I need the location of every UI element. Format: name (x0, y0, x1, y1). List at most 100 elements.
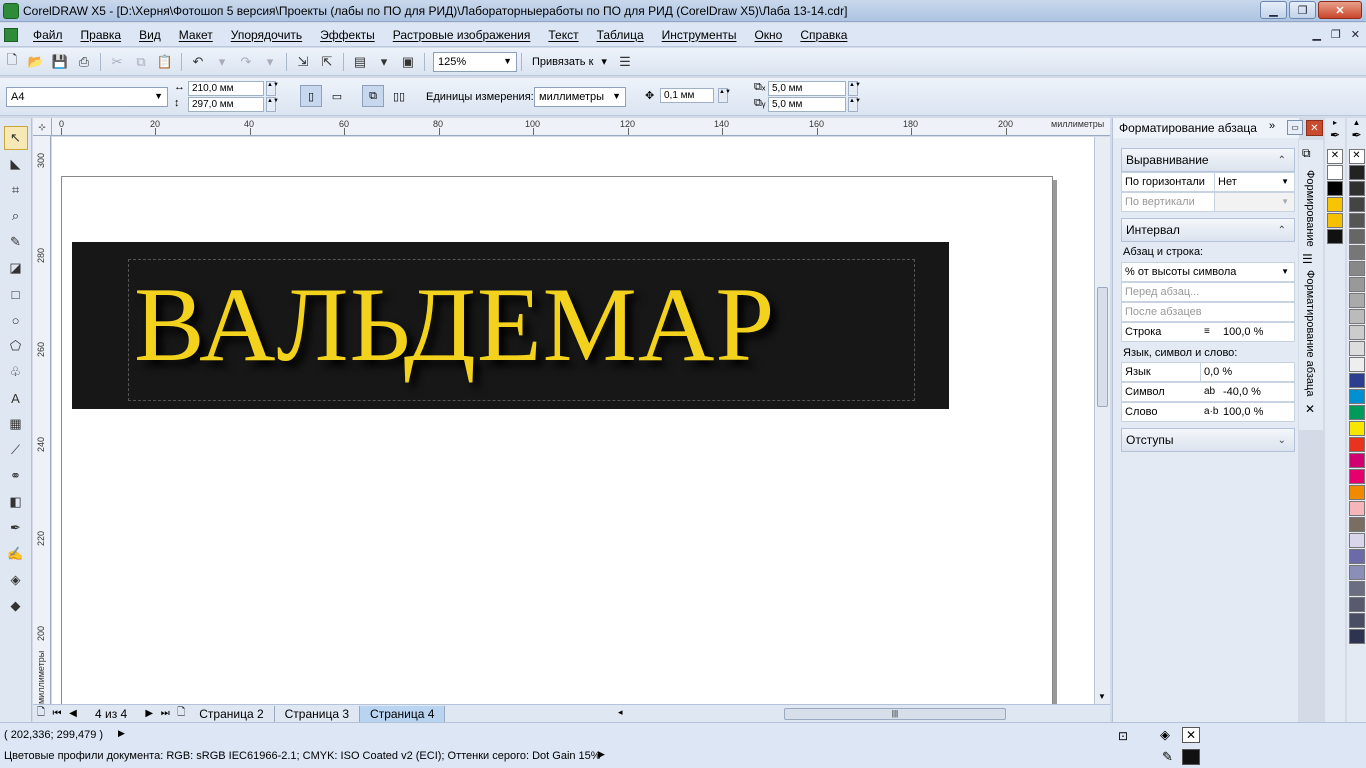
menu-layout[interactable]: Макет (170, 28, 222, 42)
close-tab-icon[interactable]: ✕ (1305, 402, 1315, 416)
color-swatch[interactable] (1327, 213, 1343, 228)
tab-paragraph-formatting[interactable]: Форматирование абзаца (1304, 270, 1316, 396)
color-swatch[interactable] (1348, 597, 1365, 612)
menu-edit[interactable]: Правка (72, 28, 131, 42)
minimize-button[interactable]: ▁ (1260, 1, 1287, 19)
polygon-tool-icon[interactable]: ⬠ (4, 334, 28, 358)
color-swatch[interactable] (1348, 229, 1365, 244)
last-page-icon[interactable]: ⏭ (157, 708, 173, 719)
outline-pen-indicator-icon[interactable]: ✎ (1162, 749, 1173, 765)
crop-tool-icon[interactable]: ⌗ (4, 178, 28, 202)
color-swatch[interactable] (1348, 245, 1365, 260)
portrait-icon[interactable]: ▯ (300, 85, 322, 107)
color-swatch[interactable] (1348, 437, 1365, 452)
welcome-screen-icon[interactable]: ▣ (396, 51, 420, 73)
color-swatch[interactable] (1348, 277, 1365, 292)
drawing-canvas[interactable]: ВАЛЬДЕМАР (52, 137, 1094, 704)
scroll-down-icon[interactable]: ▼ (1098, 692, 1106, 701)
vertical-scroll-thumb[interactable] (1097, 287, 1108, 407)
maximize-button[interactable]: ❐ (1289, 1, 1316, 19)
alignment-section-header[interactable]: Выравнивание ⌃ (1121, 148, 1295, 172)
zoom-tool-icon[interactable]: ⌕ (4, 204, 28, 228)
units-combo[interactable]: миллиметры ▼ (534, 87, 626, 107)
page-height-spinner[interactable]: ▲▼ (266, 97, 279, 112)
word-spacing-input[interactable]: 100,0 % (1220, 403, 1294, 421)
current-page-icon[interactable]: ▯▯ (388, 85, 410, 107)
fill-indicator-icon[interactable]: ◈ (1160, 727, 1170, 743)
horizontal-ruler[interactable]: 0 20 40 60 80 100 120 140 160 180 200 ми… (52, 118, 1110, 136)
print-icon[interactable]: ⎙ (72, 51, 96, 73)
fill-tool-icon[interactable]: ◈ (4, 568, 28, 592)
save-icon[interactable]: 💾 (48, 51, 72, 73)
text-tool-icon[interactable]: A (4, 386, 28, 410)
landscape-icon[interactable]: ▭ (326, 85, 348, 107)
tab-page-3[interactable]: Страница 3 (275, 705, 361, 722)
color-swatch[interactable] (1348, 501, 1365, 516)
profiles-expand-icon[interactable]: ▶ (598, 749, 605, 760)
color-profiles-text[interactable]: Цветовые профили документа: RGB: sRGB IE… (4, 750, 601, 762)
color-swatch[interactable] (1348, 197, 1365, 212)
after-paragraph-row[interactable]: После абзацев (1121, 302, 1295, 322)
color-swatch[interactable] (1348, 389, 1365, 404)
table-tool-icon[interactable]: ▦ (4, 412, 28, 436)
ruler-origin-corner[interactable]: ⊹ (33, 118, 52, 136)
color-swatch[interactable] (1327, 197, 1343, 212)
menu-view[interactable]: Вид (130, 28, 170, 42)
first-page-icon[interactable]: ⏮ (49, 708, 65, 719)
palette-scroll-up-icon[interactable]: ▸ (1325, 118, 1345, 128)
color-swatch[interactable] (1348, 629, 1365, 644)
color-swatch[interactable] (1327, 229, 1343, 244)
docker-close-button[interactable]: ✕ (1306, 120, 1323, 136)
import-icon[interactable]: ⇲ (291, 51, 315, 73)
smart-fill-tool-icon[interactable]: ◪ (4, 256, 28, 280)
spacing-section-header[interactable]: Интервал ⌃ (1121, 218, 1295, 242)
menu-bitmaps[interactable]: Растровые изображения (384, 28, 540, 42)
doc-restore-icon[interactable]: ❐ (1331, 28, 1341, 41)
duplicate-y-input[interactable]: 5,0 мм (768, 97, 846, 112)
color-swatch[interactable] (1348, 469, 1365, 484)
paragraph-tab-icon[interactable]: ☰ (1302, 252, 1313, 266)
shape-tool-icon[interactable]: ◣ (4, 152, 28, 176)
outline-color-swatch[interactable] (1182, 749, 1200, 765)
tab-page-2[interactable]: Страница 2 (189, 705, 275, 722)
interactive-fill-icon[interactable]: ◆ (4, 594, 28, 618)
fill-none-swatch[interactable]: ✕ (1182, 727, 1200, 743)
tab-page-4[interactable]: Страница 4 (360, 705, 446, 722)
palette-scroll-up-icon[interactable]: ▲ (1347, 118, 1366, 128)
horizontal-scrollbar[interactable]: ◂ ||| ▸ (616, 707, 1124, 721)
duplicate-x-input[interactable]: 5,0 мм (768, 81, 846, 96)
redo-icon[interactable]: ↷ (234, 51, 258, 73)
open-icon[interactable]: 📂 (24, 51, 48, 73)
color-swatch[interactable] (1327, 165, 1343, 180)
color-swatch[interactable] (1348, 485, 1365, 500)
add-page-after-icon[interactable]: 🗋 (173, 705, 189, 722)
transform-tab-icon[interactable]: ⧉ (1302, 146, 1311, 161)
add-page-before-icon[interactable]: 🗋 (33, 705, 49, 722)
basic-shapes-tool-icon[interactable]: ♧ (4, 360, 28, 384)
transparency-tool-icon[interactable]: ◧ (4, 490, 28, 514)
copy-icon[interactable]: ⧉ (129, 51, 153, 73)
color-swatch[interactable] (1348, 405, 1365, 420)
color-swatch[interactable] (1348, 309, 1365, 324)
menu-effects[interactable]: Эффекты (311, 28, 384, 42)
duplicate-y-spinner[interactable]: ▲▼ (848, 97, 861, 112)
undo-dropdown-icon[interactable]: ▾ (210, 51, 234, 73)
collapse-icon[interactable]: ⌃ (1278, 225, 1286, 236)
status-expand-icon[interactable]: ▶ (118, 728, 125, 739)
artwork-background-rect[interactable]: ВАЛЬДЕМАР (72, 242, 949, 409)
page-height-input[interactable]: 297,0 мм (188, 97, 264, 112)
zoom-level-combo[interactable]: 125% ▼ (433, 51, 517, 72)
blend-tool-icon[interactable]: ⚭ (4, 464, 28, 488)
rectangle-tool-icon[interactable]: □ (4, 282, 28, 306)
tab-shaping[interactable]: Формирование (1304, 170, 1316, 247)
color-swatch[interactable] (1348, 613, 1365, 628)
collapse-icon[interactable]: ⌃ (1278, 155, 1286, 166)
menu-window[interactable]: Окно (745, 28, 791, 42)
color-swatch[interactable] (1348, 357, 1365, 372)
launcher-dropdown-icon[interactable]: ▾ (372, 51, 396, 73)
horizontal-scroll-thumb[interactable]: ||| (784, 708, 1006, 720)
color-swatch[interactable] (1348, 325, 1365, 340)
duplicate-x-spinner[interactable]: ▲▼ (848, 81, 861, 96)
new-document-icon[interactable]: 🗋 (0, 51, 24, 73)
color-swatch[interactable] (1348, 261, 1365, 276)
